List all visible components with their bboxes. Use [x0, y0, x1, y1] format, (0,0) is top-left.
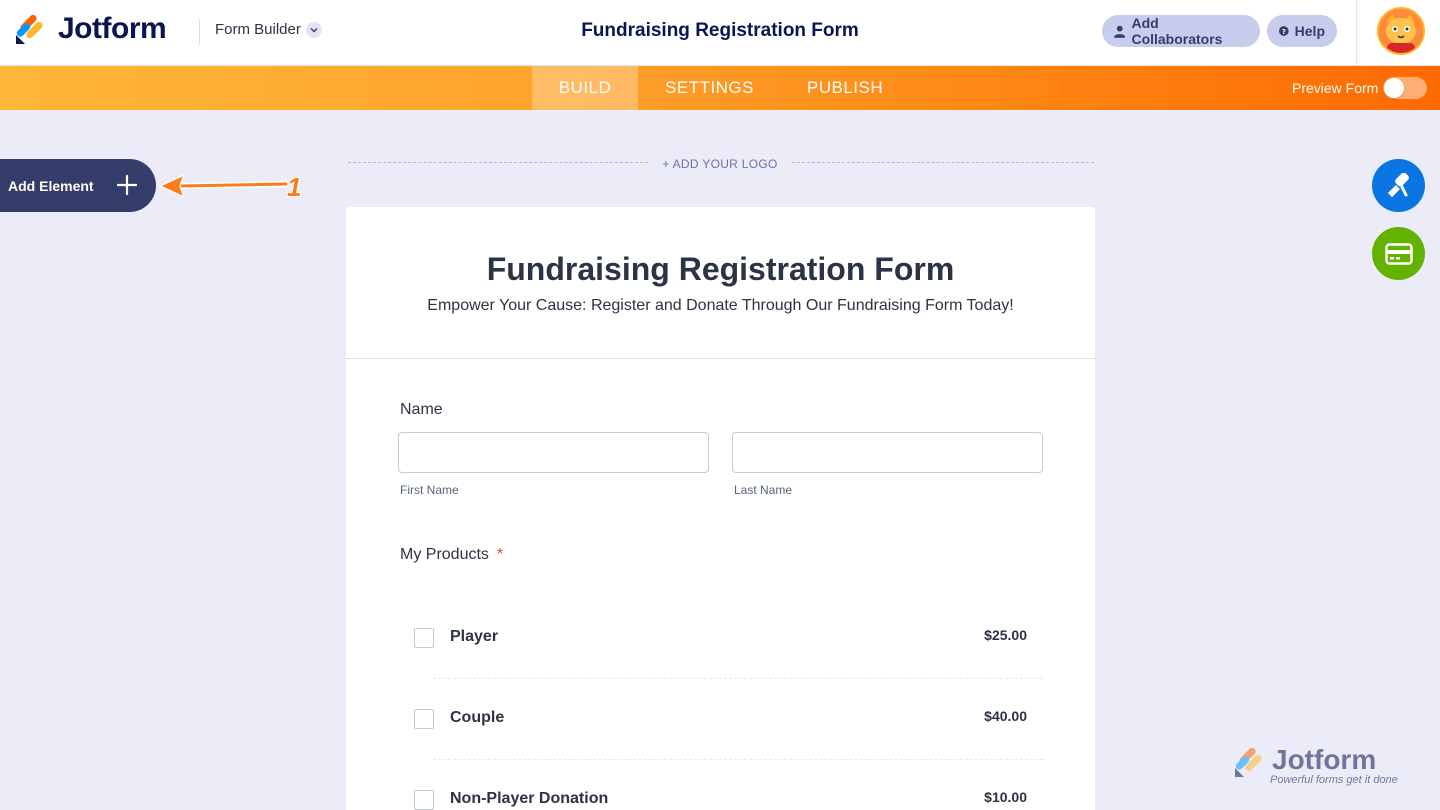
form-builder-menu[interactable]: Form Builder	[215, 21, 322, 38]
product-price: $40.00	[984, 708, 1027, 724]
product-name: Couple	[450, 709, 505, 726]
jotform-logo[interactable]: Jotform	[16, 12, 167, 46]
jotform-watermark: Jotform Powerful forms get it done	[1234, 744, 1414, 790]
row-divider	[433, 678, 1043, 679]
svg-text:?: ?	[1282, 28, 1286, 36]
product-item[interactable]: Non-Player Donation $10.00	[414, 781, 1043, 810]
toggle-knob	[1384, 78, 1404, 98]
annotation-arrow	[158, 173, 288, 199]
form-title-header[interactable]: Fundraising Registration Form	[581, 20, 859, 41]
help-button[interactable]: ? Help	[1267, 15, 1337, 47]
logo-divider-left	[348, 162, 648, 163]
add-logo-button[interactable]: + ADD YOUR LOGO	[662, 157, 777, 171]
brand-name: Jotform	[58, 12, 167, 45]
annotation-number: 1	[287, 172, 302, 202]
form-card: Fundraising Registration Form Empower Yo…	[346, 207, 1095, 810]
products-label: My Products *	[400, 546, 503, 564]
last-name-sublabel: Last Name	[734, 483, 793, 497]
preview-form-toggle[interactable]	[1383, 77, 1427, 99]
tab-publish-label: PUBLISH	[806, 78, 884, 97]
product-price: $25.00	[984, 627, 1027, 643]
add-logo-wrap: + ADD YOUR LOGO	[0, 157, 1440, 171]
product-checkbox[interactable]	[414, 709, 434, 729]
plus-icon	[116, 174, 138, 196]
form-header[interactable]: Fundraising Registration Form Empower Yo…	[346, 207, 1095, 359]
divider	[199, 19, 200, 45]
jotform-logo-icon	[1235, 747, 1262, 777]
add-element-button[interactable]: Add Element	[0, 159, 156, 212]
help-label: Help	[1294, 23, 1325, 39]
tab-build-label: BUILD	[558, 78, 612, 97]
user-icon	[1114, 25, 1126, 38]
help-icon: ?	[1279, 26, 1289, 36]
product-item[interactable]: Player $25.00	[414, 619, 1043, 659]
products-label-text: My Products	[400, 546, 489, 563]
divider	[1356, 0, 1357, 66]
form-title: Fundraising Registration Form	[486, 251, 955, 287]
name-label: Name	[400, 401, 443, 418]
credit-card-icon	[1384, 242, 1413, 265]
first-name-input[interactable]	[398, 432, 709, 473]
product-name: Non-Player Donation	[450, 790, 609, 807]
chevron-down-icon	[305, 21, 322, 38]
tab-settings-label: SETTINGS	[664, 78, 754, 97]
watermark-tagline: Powerful forms get it done	[1270, 774, 1398, 786]
add-collaborators-button[interactable]: Add Collaborators	[1102, 15, 1260, 47]
first-name-sublabel: First Name	[400, 483, 459, 497]
payment-settings-button[interactable]	[1372, 227, 1425, 280]
product-checkbox[interactable]	[414, 790, 434, 810]
form-designer-button[interactable]	[1372, 159, 1425, 212]
last-name-input[interactable]	[732, 432, 1043, 473]
required-mark: *	[496, 546, 504, 563]
avatar[interactable]	[1377, 7, 1425, 55]
tab-build[interactable]: BUILD	[532, 66, 638, 110]
builder-nav: BUILD SETTINGS PUBLISH Preview Form	[0, 66, 1440, 110]
form-subtitle: Empower Your Cause: Register and Donate …	[427, 297, 1014, 314]
logo-divider-right	[792, 162, 1094, 163]
jotform-logo-icon	[16, 13, 46, 45]
product-price: $10.00	[984, 789, 1027, 805]
top-bar: Jotform Form Builder Fundraising Registr…	[0, 0, 1440, 66]
watermark-brand: Jotform	[1272, 744, 1377, 775]
product-name: Player	[450, 628, 499, 645]
form-builder-label: Form Builder	[215, 21, 301, 38]
tab-settings[interactable]: SETTINGS	[652, 66, 767, 110]
product-item[interactable]: Couple $40.00	[414, 700, 1043, 740]
product-checkbox[interactable]	[414, 628, 434, 648]
tab-publish[interactable]: PUBLISH	[793, 66, 897, 110]
row-divider	[433, 759, 1043, 760]
preview-form-label: Preview Form	[1292, 80, 1379, 96]
paint-roller-icon	[1387, 172, 1409, 197]
add-element-label: Add Element	[8, 177, 94, 194]
add-collaborators-label: Add Collaborators	[1131, 15, 1223, 47]
